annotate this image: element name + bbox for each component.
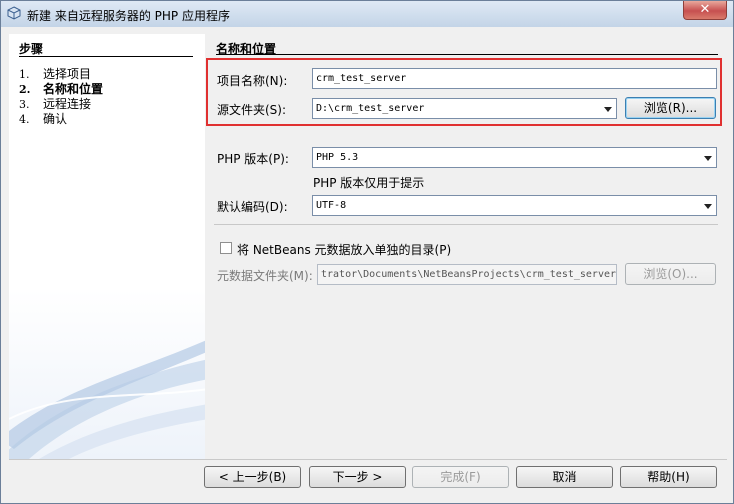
wizard-window: 新建 来自远程服务器的 PHP 应用程序 ✕ 步骤 1. 选择项目 2. 名称和位置… (0, 0, 734, 504)
steps-list: 1. 选择项目 2. 名称和位置 3. 远程连接 4. 确认 (19, 67, 103, 127)
php-version-value: PHP 5.3 (316, 152, 359, 163)
metadata-checkbox-label[interactable]: 将 NetBeans 元数据放入单独的目录(P) (237, 241, 451, 258)
metadata-checkbox[interactable] (220, 242, 232, 254)
metadata-folder-label: 元数据文件夹(M): (217, 269, 313, 283)
section-divider (216, 54, 718, 55)
step-label: 远程连接 (43, 97, 92, 111)
close-button[interactable]: ✕ (683, 1, 727, 20)
encoding-value: UTF-8 (316, 200, 347, 211)
php-version-label: PHP 版本(P): (217, 152, 289, 166)
php-version-select[interactable]: PHP 5.3 (312, 147, 717, 168)
chevron-down-icon[interactable] (704, 156, 712, 161)
step-item: 4. 确认 (19, 112, 68, 126)
cancel-button[interactable]: 取消 (516, 466, 613, 488)
step-label: 选择项目 (43, 67, 92, 81)
source-folder-label: 源文件夹(S): (217, 103, 287, 117)
encoding-label: 默认编码(D): (217, 200, 288, 214)
project-name-input[interactable]: crm_test_server (312, 68, 717, 89)
step-label: 确认 (43, 112, 68, 126)
metadata-folder-input[interactable]: trator\Documents\NetBeansProjects\crm_te… (317, 264, 617, 285)
source-folder-value: D:\crm_test_server (316, 103, 425, 114)
step-label: 名称和位置 (43, 82, 104, 96)
step-item-current: 2. 名称和位置 (19, 82, 104, 96)
source-folder-combo[interactable]: D:\crm_test_server (312, 98, 617, 119)
decorative-swoosh-graphic (9, 340, 205, 459)
php-version-hint: PHP 版本仅用于提示 (313, 176, 425, 190)
chevron-down-icon[interactable] (604, 107, 612, 112)
netbeans-cube-icon (7, 6, 21, 20)
step-item: 3. 远程连接 (19, 97, 92, 111)
steps-title: 步骤 (19, 42, 44, 56)
back-button[interactable]: < 上一步(B) (204, 466, 301, 488)
footer-divider (9, 459, 727, 460)
project-name-label: 项目名称(N): (217, 74, 288, 88)
step-item: 1. 选择项目 (19, 67, 92, 81)
encoding-select[interactable]: UTF-8 (312, 195, 717, 216)
finish-button[interactable]: 完成(F) (412, 466, 509, 488)
steps-divider (19, 56, 193, 57)
metadata-browse-button[interactable]: 浏览(O)... (625, 263, 716, 285)
window-title: 新建 来自远程服务器的 PHP 应用程序 (27, 9, 230, 23)
chevron-down-icon[interactable] (704, 204, 712, 209)
help-button[interactable]: 帮助(H) (620, 466, 717, 488)
close-icon: ✕ (699, 2, 711, 17)
section-separator (214, 224, 718, 225)
steps-panel: 步骤 1. 选择项目 2. 名称和位置 3. 远程连接 4. 确认 (9, 34, 205, 459)
form-panel: 名称和位置 项目名称(N): crm_test_server 源文件夹(S): … (206, 34, 726, 459)
next-button[interactable]: 下一步 > (309, 466, 406, 488)
title-bar[interactable]: 新建 来自远程服务器的 PHP 应用程序 ✕ (1, 1, 733, 27)
browse-button[interactable]: 浏览(R)... (625, 97, 716, 119)
